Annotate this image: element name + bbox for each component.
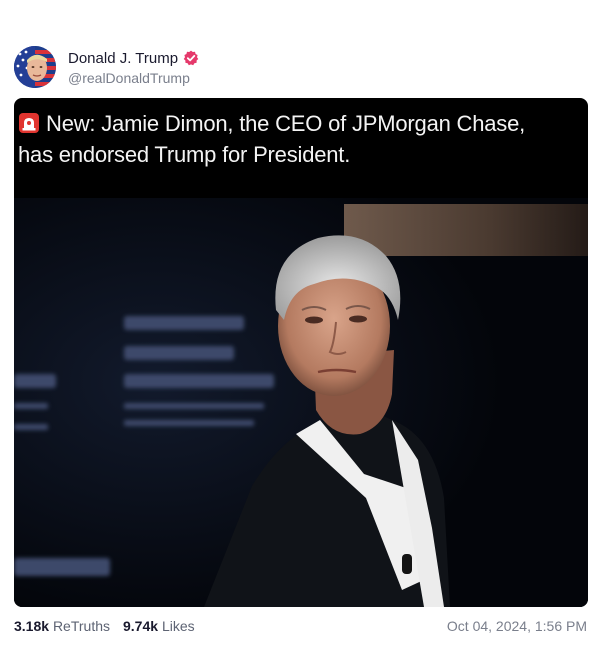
post-header: Donald J. Trump @realDonaldTrump [14,46,199,88]
display-name[interactable]: Donald J. Trump [68,50,178,67]
post-timestamp[interactable]: Oct 04, 2024, 1:56 PM [447,618,587,634]
post-headline: New: Jamie Dimon, the CEO of JPMorgan Ch… [18,108,584,170]
avatar[interactable] [14,46,56,88]
post-media[interactable]: New: Jamie Dimon, the CEO of JPMorgan Ch… [14,98,588,607]
retruths-label: ReTruths [52,618,110,634]
verified-badge-icon [183,50,199,66]
author-handle[interactable]: @realDonaldTrump [68,70,199,86]
retruths-stat[interactable]: 3.18k ReTruths [14,618,110,634]
display-name-row: Donald J. Trump [68,48,199,68]
siren-emoji-icon [19,113,39,133]
likes-stat[interactable]: 9.74k Likes [123,618,195,634]
likes-count: 9.74k [123,618,159,634]
post-photo [14,198,588,607]
headline-line-2: has endorsed Trump for President. [18,142,351,167]
post-stats: 3.18k ReTruths 9.74k Likes [14,618,195,634]
post-card: Donald J. Trump @realDonaldTrump New: Ja… [0,0,602,649]
retruths-count: 3.18k [14,618,50,634]
headline-line-1-text: New: Jamie Dimon, the CEO of JPMorgan Ch… [46,111,526,136]
headline-line-1: New: Jamie Dimon, the CEO of JPMorgan Ch… [18,108,584,139]
author-names: Donald J. Trump @realDonaldTrump [68,48,199,86]
avatar-image [14,46,56,88]
likes-label: Likes [161,618,195,634]
